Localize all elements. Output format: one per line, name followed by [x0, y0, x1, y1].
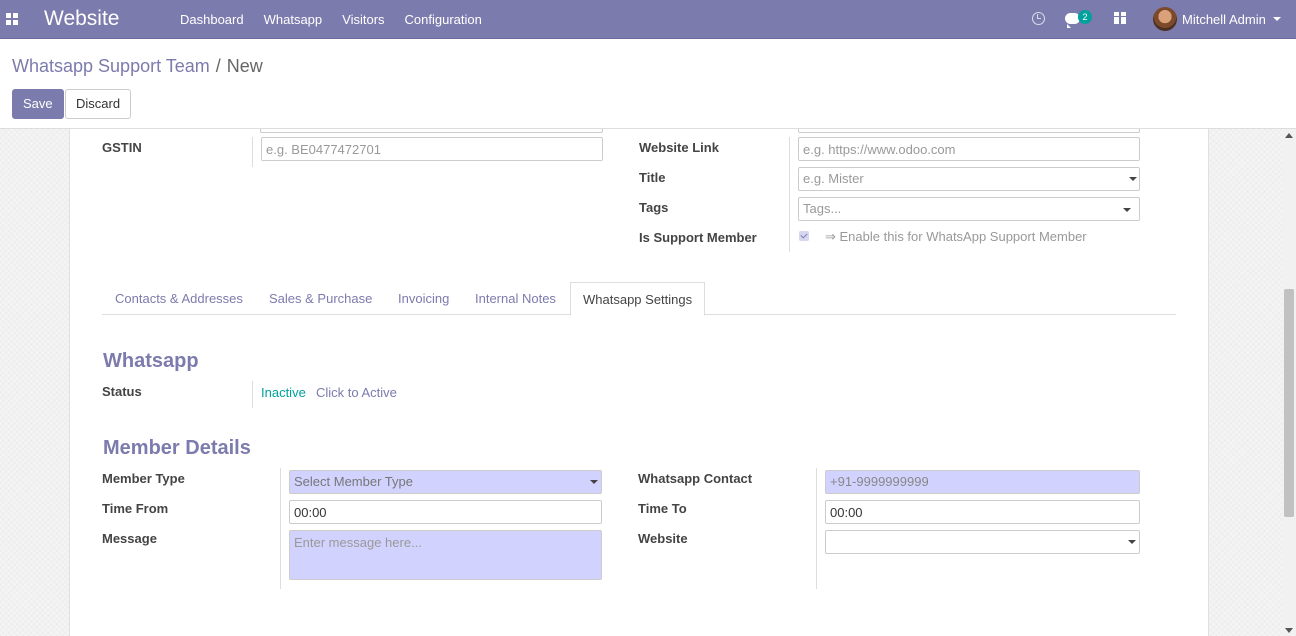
member-type-label: Member Type: [102, 471, 185, 486]
tab-whatsapp-settings[interactable]: Whatsapp Settings: [570, 282, 706, 316]
support-member-hint: ⇒ Enable this for WhatsApp Support Membe…: [825, 229, 1087, 244]
tab-internal-notes[interactable]: Internal Notes: [475, 282, 556, 315]
user-menu-name[interactable]: Mitchell Admin: [1182, 12, 1266, 27]
support-member-label: Is Support Member: [639, 230, 757, 245]
field-divider: [252, 381, 253, 408]
tags-input[interactable]: Tags...: [798, 197, 1140, 221]
title-select-placeholder: e.g. Mister: [803, 171, 864, 186]
gstin-input[interactable]: [261, 137, 603, 161]
website-label: Website: [638, 531, 688, 546]
whatsapp-contact-label: Whatsapp Contact: [638, 471, 753, 486]
field-divider: [252, 137, 253, 167]
tab-sales-purchase[interactable]: Sales & Purchase: [269, 282, 372, 315]
user-menu-caret-icon[interactable]: [1273, 17, 1281, 21]
field-divider: [280, 468, 281, 589]
user-avatar[interactable]: [1153, 7, 1177, 31]
tab-contacts-addresses[interactable]: Contacts & Addresses: [115, 282, 243, 315]
breadcrumb-parent[interactable]: Whatsapp Support Team: [12, 56, 210, 77]
breadcrumb-separator: /: [215, 56, 221, 76]
tags-dropdown-icon[interactable]: [1123, 208, 1131, 212]
whatsapp-contact-input[interactable]: +91-9999999999: [825, 470, 1140, 494]
message-textarea[interactable]: Enter message here...: [289, 530, 602, 580]
gstin-label: GSTIN: [102, 140, 142, 155]
member-type-dropdown-icon[interactable]: [590, 480, 598, 484]
menu-whatsapp[interactable]: Whatsapp: [264, 0, 333, 39]
app-brand[interactable]: Website: [44, 7, 119, 31]
field-divider: [816, 468, 817, 589]
menu-dashboard[interactable]: Dashboard: [180, 0, 254, 39]
cutoff-field-right: [798, 129, 1140, 133]
field-divider: [789, 137, 790, 252]
tab-invoicing[interactable]: Invoicing: [398, 282, 449, 315]
tags-label: Tags: [639, 200, 669, 215]
website-link-input[interactable]: [798, 137, 1140, 161]
activate-button[interactable]: Click to Active: [316, 385, 397, 400]
form-sheet: GSTIN Website Link Title Tags Is Support…: [69, 129, 1209, 636]
time-from-input[interactable]: [289, 500, 602, 524]
vertical-scrollbar[interactable]: [1282, 129, 1296, 636]
messages-count-badge: 2: [1078, 10, 1092, 24]
whatsapp-contact-placeholder: +91-9999999999: [830, 474, 929, 489]
apps-menu-icon[interactable]: [6, 13, 18, 25]
activity-clock-icon[interactable]: [1032, 12, 1045, 25]
title-dropdown-icon[interactable]: [1129, 177, 1137, 181]
menu-visitors[interactable]: Visitors: [342, 0, 394, 39]
title-select[interactable]: e.g. Mister: [798, 167, 1140, 191]
website-select[interactable]: [825, 530, 1140, 554]
scroll-up-icon[interactable]: [1285, 133, 1293, 138]
tags-input-placeholder: Tags...: [803, 201, 842, 216]
time-from-label: Time From: [102, 501, 169, 516]
notebook-tabs: Contacts & Addresses Sales & Purchase In…: [102, 282, 1176, 316]
status-label: Status: [102, 384, 142, 399]
top-navbar: Website Dashboard Whatsapp Visitors Conf…: [0, 0, 1296, 39]
website-link-label: Website Link: [639, 140, 719, 155]
discard-button[interactable]: Discard: [65, 89, 132, 119]
support-member-checkbox[interactable]: [799, 231, 809, 241]
member-type-placeholder: Select Member Type: [294, 474, 413, 489]
time-to-label: Time To: [638, 501, 687, 516]
member-details-title: Member Details: [103, 437, 251, 459]
time-to-input[interactable]: [825, 500, 1140, 524]
member-type-select[interactable]: Select Member Type: [289, 470, 602, 494]
main-menu: Dashboard Whatsapp Visitors Configuratio…: [180, 0, 502, 39]
scrollbar-thumb[interactable]: [1284, 289, 1294, 517]
cutoff-field-left: [260, 129, 603, 133]
save-button[interactable]: Save: [12, 89, 64, 119]
scroll-down-icon[interactable]: [1285, 628, 1293, 633]
gift-icon[interactable]: [1114, 12, 1126, 24]
menu-configuration[interactable]: Configuration: [405, 0, 492, 39]
form-view-background: GSTIN Website Link Title Tags Is Support…: [0, 128, 1296, 636]
status-inactive-value: Inactive: [261, 385, 306, 400]
whatsapp-section-title: Whatsapp: [103, 350, 199, 372]
breadcrumb: Whatsapp Support Team / New: [12, 56, 263, 77]
title-label: Title: [639, 170, 666, 185]
breadcrumb-current: New: [226, 56, 263, 76]
message-label: Message: [102, 531, 157, 546]
website-dropdown-icon[interactable]: [1128, 540, 1136, 544]
